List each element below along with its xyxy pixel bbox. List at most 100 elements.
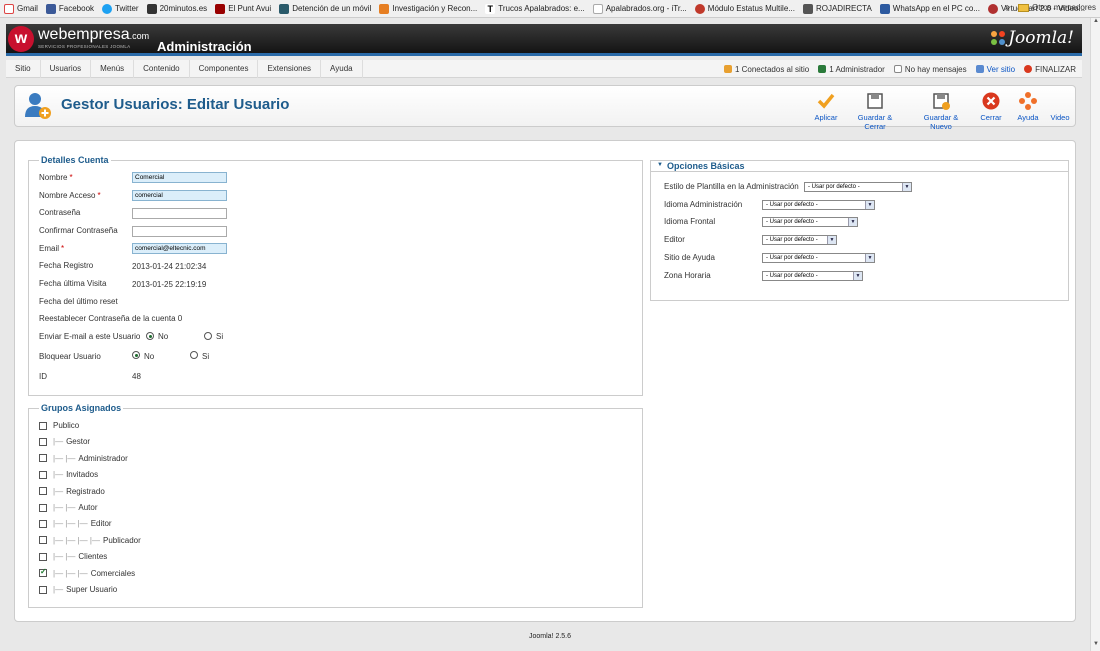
group-item[interactable]: |— Gestor bbox=[39, 437, 90, 446]
basic-option-select[interactable]: - Usar por defecto - ▼ bbox=[762, 252, 875, 263]
group-checkbox[interactable] bbox=[39, 503, 47, 512]
group-checkbox[interactable] bbox=[39, 454, 47, 463]
rojadirecta-icon bbox=[802, 3, 813, 14]
basic-option-select[interactable]: - Usar por defecto - ▼ bbox=[762, 270, 863, 281]
bookmark-whatsapp[interactable]: WhatsApp en el PC co... bbox=[879, 3, 980, 14]
admin-user-icon bbox=[818, 65, 827, 73]
chevron-down-icon[interactable]: ▼ bbox=[865, 200, 874, 209]
group-label: Invitados bbox=[66, 470, 99, 480]
group-item[interactable]: |— |— Autor bbox=[39, 503, 98, 512]
basic-option-label: Idioma Administración bbox=[664, 199, 743, 209]
save-new-button[interactable]: Guardar & Nuevo bbox=[913, 92, 969, 131]
scroll-up-arrow-icon[interactable]: ▲ bbox=[1091, 18, 1100, 28]
group-item[interactable]: |— |— |—Comerciales bbox=[39, 567, 135, 578]
block-user-yes-radio[interactable] bbox=[190, 351, 198, 359]
menu-extensiones[interactable]: Extensiones bbox=[258, 59, 322, 78]
menu-contenido[interactable]: Contenido bbox=[134, 59, 190, 78]
menu-menus[interactable]: Menús bbox=[91, 59, 135, 78]
menu-componentes[interactable]: Componentes bbox=[190, 59, 259, 78]
confirm-password-input[interactable] bbox=[132, 226, 227, 237]
basic-options-header[interactable]: ▼ Opciones Básicas bbox=[651, 161, 1068, 172]
chevron-down-icon[interactable]: ▼ bbox=[865, 253, 874, 262]
bookmark-el-punt-avui[interactable]: El Punt Avui bbox=[215, 3, 271, 14]
block-user-no-radio[interactable] bbox=[132, 351, 140, 359]
menu-usuarios[interactable]: Usuarios bbox=[41, 59, 92, 78]
webempresa-icon bbox=[694, 3, 705, 14]
group-item[interactable]: Publico bbox=[39, 421, 79, 430]
group-label: Editor bbox=[90, 519, 112, 529]
group-item[interactable]: |— Super Usuario bbox=[39, 585, 117, 594]
groups-fieldset: Grupos Asignados Publico |— Gestor |— |— Adm… bbox=[28, 403, 643, 608]
video-button[interactable]: Video bbox=[1049, 92, 1071, 122]
group-item[interactable]: |— |— |— |— Publicador bbox=[39, 536, 141, 545]
bookmarks-bar: Gmail Facebook Twitter 20minutos.es El P… bbox=[0, 0, 1100, 18]
menu-sitio[interactable]: Sitio bbox=[6, 59, 41, 78]
group-checkbox[interactable] bbox=[39, 437, 47, 446]
help-button[interactable]: Ayuda bbox=[1016, 92, 1040, 122]
name-row: Nombre * bbox=[39, 173, 73, 182]
bookmark-rojadirecta[interactable]: ROJADIRECTA bbox=[802, 3, 872, 14]
page-scrollbar[interactable]: ▲ ▼ bbox=[1090, 18, 1100, 651]
logout-link[interactable]: FINALIZAR bbox=[1024, 65, 1076, 74]
page-icon bbox=[592, 3, 603, 14]
group-checkbox[interactable] bbox=[39, 585, 47, 594]
username-input[interactable] bbox=[132, 190, 227, 201]
bookmark-apalabrados-org[interactable]: Apalabrados.org - iTr... bbox=[592, 3, 687, 14]
name-input[interactable] bbox=[132, 172, 227, 183]
chevron-down-icon[interactable]: ▼ bbox=[902, 183, 911, 191]
select-value: - Usar por defecto - bbox=[766, 201, 818, 208]
group-checkbox[interactable] bbox=[39, 421, 47, 430]
group-item[interactable]: |— Registrado bbox=[39, 487, 105, 496]
email-input[interactable] bbox=[132, 243, 227, 254]
bookmark-trucos-apalabrados[interactable]: T Trucos Apalabrados: e... bbox=[485, 3, 585, 14]
apply-button[interactable]: Aplicar bbox=[814, 92, 838, 122]
basic-option-select[interactable]: - Usar por defecto - ▼ bbox=[762, 235, 837, 246]
bookmark-investigacion[interactable]: Investigación y Recon... bbox=[379, 3, 477, 14]
password-input[interactable] bbox=[132, 208, 227, 219]
group-checkbox[interactable] bbox=[39, 519, 47, 528]
basic-option-label: Sitio de Ayuda bbox=[664, 252, 716, 262]
reset-count-value: 0 bbox=[177, 314, 183, 323]
basic-option-label: Idioma Frontal bbox=[664, 217, 716, 227]
bookmark-gmail[interactable]: Gmail bbox=[4, 3, 38, 14]
chevron-down-icon[interactable]: ▼ bbox=[827, 236, 836, 245]
help-icon bbox=[1019, 92, 1037, 110]
messages-status[interactable]: No hay mensajes bbox=[893, 65, 967, 74]
group-checkbox[interactable] bbox=[39, 487, 47, 496]
group-item[interactable]: |— |— Clientes bbox=[39, 552, 107, 561]
page-title: Gestor Usuarios: Editar Usuario bbox=[61, 96, 290, 113]
other-bookmarks[interactable]: Otros marcadores bbox=[1017, 3, 1096, 12]
password-row: Contraseña bbox=[39, 208, 81, 217]
webempresa-logo-subtitle: SERVICIOS PROFESIONALES JOOMLA bbox=[38, 44, 131, 49]
last-visit-label: Fecha última Visita bbox=[39, 279, 107, 288]
basic-option-select[interactable]: - Usar por defecto - ▼ bbox=[762, 217, 858, 228]
bookmark-deteccion-movil[interactable]: Detención de un móvil bbox=[279, 3, 371, 14]
group-checkbox[interactable] bbox=[39, 470, 47, 479]
scroll-down-arrow-icon[interactable]: ▼ bbox=[1091, 641, 1100, 651]
users-icon bbox=[723, 65, 732, 73]
group-checkbox[interactable] bbox=[39, 567, 47, 578]
group-item[interactable]: |— |— Administrador bbox=[39, 454, 128, 463]
basic-option-select[interactable]: - Usar por defecto - ▼ bbox=[762, 199, 875, 210]
bookmark-20minutos[interactable]: 20minutos.es bbox=[146, 3, 207, 14]
group-item[interactable]: |— Invitados bbox=[39, 470, 98, 479]
menu-ayuda[interactable]: Ayuda bbox=[321, 59, 363, 78]
basic-option-select[interactable]: - Usar por defecto - ▼ bbox=[804, 182, 912, 192]
chevron-down-icon[interactable]: ▼ bbox=[853, 271, 862, 280]
joomla-brand: Joomla! bbox=[990, 28, 1074, 48]
save-close-button[interactable]: Guardar & Cerrar bbox=[847, 92, 903, 131]
bookmarks-overflow-chevron[interactable]: » bbox=[1004, 2, 1010, 13]
send-email-yes-radio[interactable] bbox=[204, 332, 212, 340]
close-button[interactable]: Cerrar bbox=[979, 92, 1003, 122]
view-site-link[interactable]: Ver sitio bbox=[975, 65, 1015, 74]
bookmark-twitter[interactable]: Twitter bbox=[102, 3, 139, 14]
send-email-no-radio[interactable] bbox=[146, 332, 154, 340]
bookmark-facebook[interactable]: Facebook bbox=[45, 3, 94, 14]
group-checkbox[interactable] bbox=[39, 536, 47, 545]
logout-icon bbox=[1024, 65, 1033, 73]
bookmark-modulo-estatus[interactable]: Módulo Estatus Multile... bbox=[694, 3, 795, 14]
group-item[interactable]: |— |— |— Editor bbox=[39, 519, 112, 528]
content-panel: Detalles Cuenta Nombre* Nombre Acceso* C… bbox=[14, 140, 1076, 622]
chevron-down-icon[interactable]: ▼ bbox=[848, 218, 857, 227]
group-checkbox[interactable] bbox=[39, 552, 47, 561]
